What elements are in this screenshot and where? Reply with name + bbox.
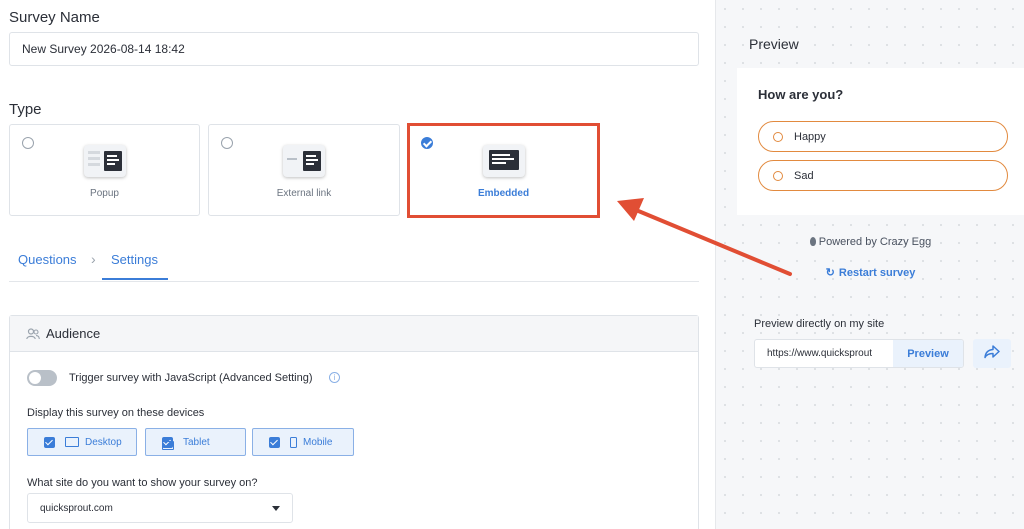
settings-tabs: Questions › Settings <box>9 240 699 282</box>
restart-survey-link[interactable]: ↻ Restart survey <box>716 266 1024 279</box>
share-icon <box>984 345 1000 362</box>
audience-header: Audience <box>10 316 698 352</box>
device-mobile-checkbox[interactable]: Mobile <box>252 428 354 456</box>
device-tablet-label: Tablet <box>183 436 210 448</box>
powered-by-text: Powered by Crazy Egg <box>818 236 932 248</box>
embedded-highlight-box <box>407 123 600 218</box>
radio-icon <box>773 170 783 181</box>
devices-label: Display this survey on these devices <box>27 407 205 419</box>
users-icon <box>26 327 40 340</box>
survey-name-label: Survey Name <box>9 9 100 26</box>
external-link-icon <box>283 145 325 177</box>
crazy-egg-logo-icon <box>809 237 816 246</box>
preview-panel: Preview How are you? Happy Sad Powered b… <box>715 0 1024 529</box>
external-link-caption: External link <box>276 188 332 199</box>
popup-caption: Popup <box>90 188 119 199</box>
audience-title: Audience <box>46 326 101 341</box>
trigger-javascript-label: Trigger survey with JavaScript (Advanced… <box>69 372 313 384</box>
preview-option-sad[interactable]: Sad <box>758 160 1008 191</box>
site-select[interactable]: quicksprout.com <box>27 493 293 523</box>
radio-icon <box>773 131 783 142</box>
mobile-icon <box>290 436 297 448</box>
preview-option-happy[interactable]: Happy <box>758 121 1008 152</box>
type-option-popup[interactable]: Popup <box>9 124 200 216</box>
restart-icon: ↻ <box>825 267 835 279</box>
chevron-right-icon: › <box>91 251 96 267</box>
preview-direct-label: Preview directly on my site <box>754 318 885 330</box>
tab-questions[interactable]: Questions <box>18 252 77 267</box>
desktop-icon <box>65 437 79 447</box>
info-icon[interactable]: i <box>329 372 340 383</box>
active-tab-indicator <box>102 278 168 280</box>
audience-section: Audience Trigger survey with JavaScript … <box>9 315 699 529</box>
share-button[interactable] <box>973 339 1011 368</box>
checkbox-checked-icon <box>44 436 55 448</box>
site-select-value: quicksprout.com <box>40 502 113 514</box>
site-label: What site do you want to show your surve… <box>27 477 258 489</box>
trigger-javascript-toggle[interactable] <box>27 370 57 386</box>
preview-button[interactable]: Preview <box>893 340 963 367</box>
checkbox-checked-icon <box>269 436 280 448</box>
tablet-icon <box>162 441 174 450</box>
type-option-external-link[interactable]: External link <box>208 124 400 216</box>
restart-survey-label: Restart survey <box>838 267 916 279</box>
survey-preview-card: How are you? Happy Sad <box>737 68 1024 215</box>
preview-option-label: Happy <box>794 130 826 143</box>
preview-question: How are you? <box>758 87 844 102</box>
chevron-down-icon <box>272 506 280 511</box>
tab-settings[interactable]: Settings <box>111 252 158 267</box>
survey-settings-panel: Survey Name New Survey 2026-08-14 18:42 … <box>0 0 715 529</box>
preview-title: Preview <box>749 36 799 52</box>
survey-name-input[interactable]: New Survey 2026-08-14 18:42 <box>9 32 699 66</box>
external-link-radio[interactable] <box>221 137 233 149</box>
device-desktop-checkbox[interactable]: Desktop <box>27 428 137 456</box>
type-label: Type <box>9 101 42 118</box>
powered-by[interactable]: Powered by Crazy Egg <box>716 236 1024 248</box>
popup-radio[interactable] <box>22 137 34 149</box>
device-tablet-checkbox[interactable]: Tablet <box>145 428 246 456</box>
preview-url-input[interactable]: https://www.quicksprout <box>767 348 893 359</box>
device-desktop-label: Desktop <box>85 436 122 448</box>
preview-option-label: Sad <box>794 169 814 182</box>
device-mobile-label: Mobile <box>303 436 333 448</box>
preview-url-field[interactable]: https://www.quicksprout Preview <box>754 339 964 368</box>
popup-icon <box>83 145 126 177</box>
